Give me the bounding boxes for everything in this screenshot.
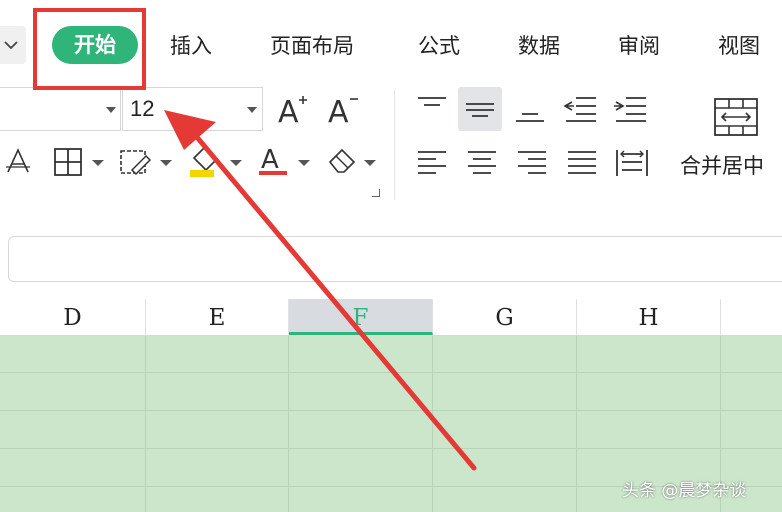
annotation-arrow <box>164 110 477 471</box>
watermark: 头条 @晨梦杂谈 <box>622 481 747 501</box>
